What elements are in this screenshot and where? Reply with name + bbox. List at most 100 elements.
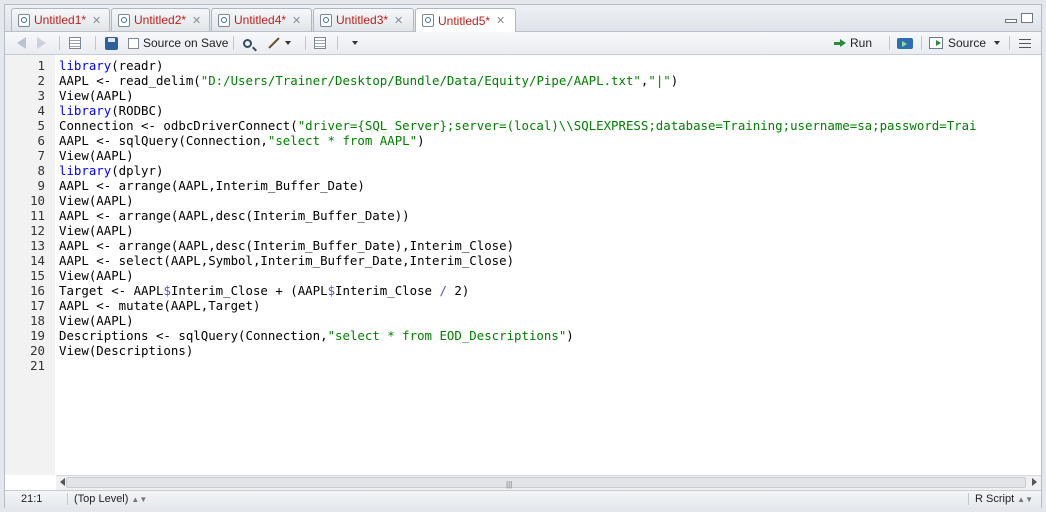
r-file-icon <box>320 13 332 27</box>
rerun-icon <box>897 37 913 49</box>
code-text: AAPL <- sqlQuery(Connection,"select * fr… <box>59 133 425 148</box>
code-text: Connection <- odbcDriverConnect("driver=… <box>59 118 977 133</box>
status-bar: 21:1 (Top Level) ▲▼ R Script ▲▼ <box>5 490 1041 508</box>
back-button[interactable] <box>17 35 26 51</box>
code-text: AAPL <- arrange(AAPL,Interim_Buffer_Date… <box>59 178 365 193</box>
tab-label: Untitled2* <box>134 13 187 27</box>
horizontal-scrollbar[interactable]: ||| <box>56 475 1041 490</box>
close-icon[interactable]: ✕ <box>292 14 301 27</box>
toolbar-divider <box>1009 36 1010 50</box>
line-number: 20 <box>30 343 45 358</box>
toolbar-divider <box>305 36 306 50</box>
code-tools-button[interactable] <box>267 35 291 51</box>
line-number: 6 <box>37 133 45 148</box>
find-button[interactable] <box>243 35 252 51</box>
minimize-icon[interactable] <box>1005 19 1017 23</box>
cursor-position: 21:1 <box>21 493 43 505</box>
chevron-down-icon <box>285 41 291 45</box>
line-number: 14 <box>30 253 45 268</box>
line-number: 5 <box>37 118 45 133</box>
tab-untitled4[interactable]: Untitled4* ✕ <box>211 8 312 31</box>
save-icon <box>105 36 118 50</box>
line-number: 8 <box>37 163 45 178</box>
line-number: 15 <box>30 268 45 283</box>
search-icon <box>243 38 252 48</box>
outline-button[interactable] <box>1019 35 1031 51</box>
code-text: AAPL <- arrange(AAPL,desc(Interim_Buffer… <box>59 208 410 223</box>
source-icon <box>929 37 943 49</box>
scrollbar-thumb[interactable]: ||| <box>66 477 1026 489</box>
code-text: Target <- AAPL$Interim_Close + (AAPL$Int… <box>59 283 470 298</box>
file-type-selector[interactable]: R Script ▲▼ <box>968 493 1033 505</box>
toolbar-divider <box>337 36 338 50</box>
line-number: 3 <box>37 88 45 103</box>
toolbar-divider <box>889 36 890 50</box>
maximize-icon[interactable] <box>1021 13 1033 23</box>
close-icon[interactable]: ✕ <box>92 14 101 27</box>
line-number: 4 <box>37 103 45 118</box>
new-window-icon <box>69 37 81 49</box>
show-in-window-button[interactable] <box>69 35 81 51</box>
line-number: 2 <box>37 73 45 88</box>
line-number: 18 <box>30 313 45 328</box>
chevron-down-icon[interactable] <box>994 41 1001 45</box>
toolbar-divider <box>233 36 234 50</box>
chevron-down-icon <box>352 41 358 45</box>
source-label: Source <box>948 36 987 50</box>
toolbar-divider <box>59 36 60 50</box>
file-type-label: R Script <box>975 493 1015 505</box>
r-file-icon <box>422 14 434 27</box>
source-on-save-label: Source on Save <box>143 36 229 50</box>
up-down-icon: ▲▼ <box>1017 495 1033 504</box>
close-icon[interactable]: ✕ <box>192 14 201 27</box>
line-number: 9 <box>37 178 45 193</box>
forward-button[interactable] <box>37 35 46 51</box>
close-icon[interactable]: ✕ <box>496 14 505 27</box>
source-on-save-toggle[interactable]: Source on Save <box>128 35 228 51</box>
tab-label: Untitled4* <box>234 13 287 27</box>
toolbar-divider <box>95 36 96 50</box>
scroll-right-icon[interactable] <box>1032 478 1037 486</box>
magic-wand-icon <box>268 37 280 49</box>
compile-report-button[interactable] <box>314 35 326 51</box>
line-number: 19 <box>30 328 45 343</box>
tab-bar: Untitled1* ✕ Untitled2* ✕ Untitled4* ✕ U… <box>5 5 1041 32</box>
code-text: View(AAPL) <box>59 268 134 283</box>
run-arrow-icon <box>834 39 846 47</box>
tab-untitled5[interactable]: Untitled5* ✕ <box>415 8 516 32</box>
menu-lines-icon <box>1019 38 1031 48</box>
run-button[interactable]: Run <box>834 35 872 51</box>
source-button[interactable]: Source <box>929 35 1001 51</box>
tab-untitled3[interactable]: Untitled3* ✕ <box>313 8 414 31</box>
code-text: View(AAPL) <box>59 223 134 238</box>
source-on-save-checkbox[interactable] <box>128 37 139 49</box>
run-label: Run <box>850 36 873 50</box>
toolbar-divider <box>921 36 922 50</box>
line-number: 21 <box>30 358 45 373</box>
tab-untitled2[interactable]: Untitled2* ✕ <box>111 8 210 31</box>
code-editor[interactable]: 1 library(readr) 2 AAPL <- read_delim("D:/U… <box>5 55 1041 475</box>
line-number: 11 <box>30 208 45 223</box>
pane-controls <box>1005 13 1033 23</box>
code-text: AAPL <- select(AAPL,Symbol,Interim_Buffe… <box>59 253 515 268</box>
close-icon[interactable]: ✕ <box>394 14 403 27</box>
rerun-button[interactable] <box>897 35 913 51</box>
tab-untitled1[interactable]: Untitled1* ✕ <box>11 8 110 31</box>
line-number: 7 <box>37 148 45 163</box>
tab-label: Untitled1* <box>34 13 87 27</box>
code-text: AAPL <- arrange(AAPL,desc(Interim_Buffer… <box>59 238 515 253</box>
r-file-icon <box>218 13 230 27</box>
code-text: View(AAPL) <box>59 88 134 103</box>
scroll-left-icon[interactable] <box>60 478 65 486</box>
code-text: View(AAPL) <box>59 193 134 208</box>
editor-window: Untitled1* ✕ Untitled2* ✕ Untitled4* ✕ U… <box>4 4 1042 508</box>
code-text: AAPL <- mutate(AAPL,Target) <box>59 298 261 313</box>
scope-selector[interactable]: (Top Level) ▲▼ <box>67 493 147 505</box>
line-number: 1 <box>37 58 45 73</box>
arrow-left-icon <box>17 37 26 49</box>
arrow-right-icon <box>37 37 46 49</box>
line-number: 10 <box>30 193 45 208</box>
more-options-button[interactable] <box>348 35 358 51</box>
code-text: library(RODBC) <box>59 103 164 118</box>
save-button[interactable] <box>105 35 118 51</box>
